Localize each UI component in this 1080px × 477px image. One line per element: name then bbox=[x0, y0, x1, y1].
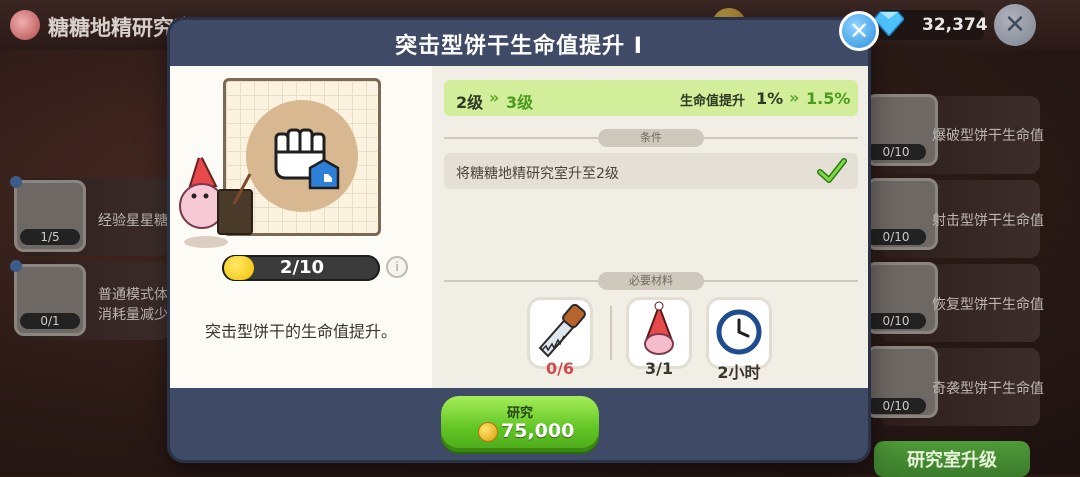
level-progress-text: 2/10 bbox=[279, 257, 325, 278]
coin-icon bbox=[478, 422, 498, 442]
lab-upgrade-button[interactable]: 研究室升级 bbox=[874, 441, 1030, 477]
saw-icon bbox=[538, 303, 586, 358]
fist-icon bbox=[274, 128, 340, 190]
material-count: 0/6 bbox=[545, 359, 575, 378]
material-count: 3/1 bbox=[644, 359, 674, 378]
arrow-icon: » bbox=[489, 88, 500, 107]
materials-divider bbox=[610, 306, 612, 360]
close-button[interactable]: ✕ bbox=[839, 11, 879, 51]
research-description: 突击型饼干的生命值提升。 bbox=[204, 322, 397, 341]
from-value: 1% bbox=[756, 89, 784, 108]
to-level: 3级 bbox=[506, 93, 534, 112]
card-progress: 0/10 bbox=[866, 398, 926, 414]
research-cost: 75,000 bbox=[501, 420, 575, 442]
check-icon bbox=[817, 158, 847, 183]
card-label: 恢复型饼干生命值 bbox=[932, 297, 1044, 313]
card-progress: 0/1 bbox=[20, 313, 80, 329]
stat-label: 生命值提升 bbox=[680, 94, 746, 109]
pin-icon bbox=[10, 176, 22, 188]
card-label: 奇袭型饼干生命值 bbox=[932, 381, 1044, 397]
card-label: 爆破型饼干生命值 bbox=[932, 128, 1044, 144]
gem-count: 32,374 bbox=[922, 15, 988, 35]
modal-title: 突击型饼干生命值提升 I bbox=[395, 34, 643, 59]
to-value: 1.5% bbox=[806, 89, 851, 108]
screen-close-button[interactable]: ✕ bbox=[994, 4, 1036, 46]
card-label: 经验星星糖 bbox=[98, 213, 168, 229]
home-icon[interactable] bbox=[10, 10, 40, 40]
materials-header: 必要材料 bbox=[598, 272, 704, 290]
conditions-header: 条件 bbox=[598, 129, 704, 147]
card-progress: 0/10 bbox=[866, 313, 926, 329]
card-label: 射击型饼干生命值 bbox=[932, 213, 1044, 229]
card-progress: 0/10 bbox=[866, 229, 926, 245]
pin-icon bbox=[10, 260, 22, 272]
gnome-hat-icon bbox=[644, 301, 674, 355]
gnome-wizard-icon bbox=[179, 150, 253, 248]
info-icon[interactable]: i bbox=[386, 256, 408, 278]
card-progress: 1/5 bbox=[20, 229, 80, 245]
from-level: 2级 bbox=[456, 93, 484, 112]
research-button-label: 研究 bbox=[506, 406, 533, 421]
coin-progress-icon bbox=[224, 256, 254, 280]
card-progress: 0/10 bbox=[866, 144, 926, 160]
card-label: 消耗量减少 bbox=[98, 307, 168, 323]
arrow-icon: » bbox=[789, 88, 800, 107]
card-label: 普通模式体 bbox=[98, 287, 168, 303]
condition-text: 将糖糖地精研究室升至2级 bbox=[456, 166, 619, 182]
material-count: 2小时 bbox=[717, 363, 761, 382]
clock-icon bbox=[716, 309, 762, 355]
